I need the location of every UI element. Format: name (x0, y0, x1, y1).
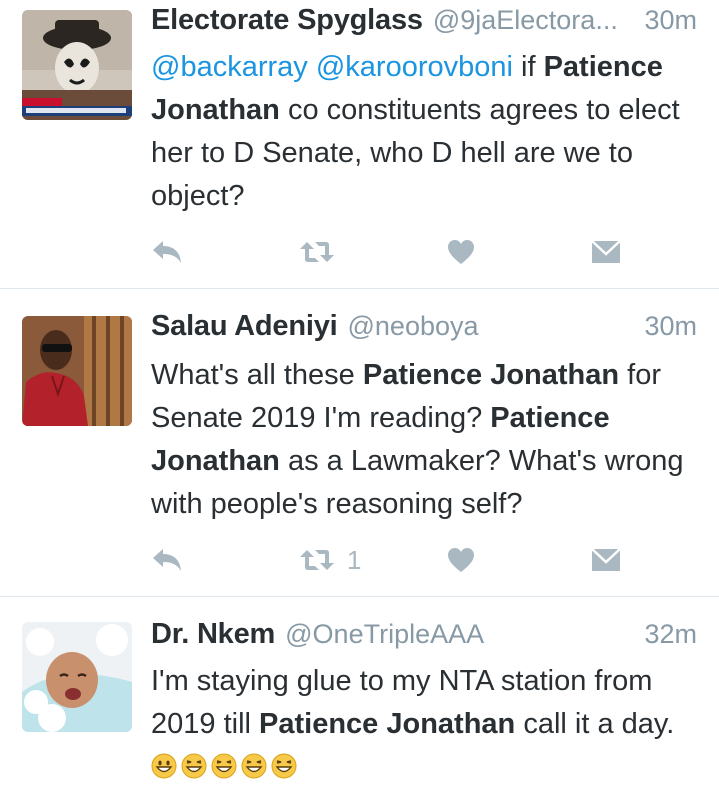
highlighted-term: Patience Jonathan (362, 359, 620, 391)
retweet-icon (300, 242, 334, 262)
highlighted-term: Patience Jonathan (259, 708, 516, 740)
user-name[interactable]: Electorate Spyglass (151, 4, 423, 37)
tweet-text: @backarray @karoorovboni if Patience Jon… (151, 46, 706, 218)
grinning-squinting-face-icon (241, 753, 267, 779)
tweet-text: I'm staying glue to my NTA station from … (151, 660, 706, 789)
retweet-icon (300, 550, 334, 570)
mention-link[interactable]: @backarray (151, 51, 308, 83)
retweet-button[interactable] (299, 232, 335, 272)
like-button[interactable] (447, 540, 475, 580)
timestamp[interactable]: 32m (632, 619, 697, 650)
text-segment: What's all these (151, 359, 363, 391)
envelope-icon (591, 548, 621, 571)
grinning-squinting-face-icon (211, 753, 237, 779)
man-in-red-shirt-avatar[interactable] (22, 316, 132, 426)
masked-face-avatar[interactable] (22, 10, 132, 120)
retweet-button[interactable]: 1 (299, 540, 361, 580)
tweet[interactable]: Salau Adeniyi @neoboya 30m What's all th… (0, 288, 719, 597)
baby-in-bath-avatar[interactable] (22, 622, 132, 732)
user-name[interactable]: Salau Adeniyi (151, 310, 338, 343)
tweet[interactable]: Electorate Spyglass @9jaElectora... 30m … (0, 0, 719, 289)
direct-message-button[interactable] (591, 232, 621, 272)
tweet-header: Dr. Nkem @OneTripleAAA 32m (151, 618, 697, 658)
like-button[interactable] (447, 232, 475, 272)
text-segment: if (512, 51, 544, 83)
emoji-row (151, 751, 301, 783)
tweet-text: What's all these Patience Jonathan for S… (151, 354, 706, 526)
tweet-header: Electorate Spyglass @9jaElectora... 30m (151, 4, 697, 44)
direct-message-button[interactable] (591, 540, 621, 580)
grinning-face-icon (151, 753, 177, 779)
reply-icon (153, 549, 181, 571)
heart-icon (448, 240, 474, 264)
heart-icon (448, 548, 474, 572)
timeline: Electorate Spyglass @9jaElectora... 30m … (0, 0, 719, 798)
text-segment: call it a day. (515, 708, 675, 740)
action-bar (151, 232, 631, 272)
reply-icon (153, 241, 181, 263)
user-handle[interactable]: @9jaElectora... (433, 5, 618, 36)
envelope-icon (591, 240, 621, 263)
reply-button[interactable] (151, 540, 183, 580)
timestamp[interactable]: 30m (632, 5, 697, 36)
grinning-squinting-face-icon (181, 753, 207, 779)
reply-button[interactable] (151, 232, 183, 272)
timestamp[interactable]: 30m (632, 311, 697, 342)
user-handle[interactable]: @OneTripleAAA (285, 619, 484, 650)
mention-link[interactable]: @karoorovboni (316, 51, 513, 83)
grinning-squinting-face-icon (271, 753, 297, 779)
tweet[interactable]: Dr. Nkem @OneTripleAAA 32m I'm staying g… (0, 596, 719, 798)
tweet-header: Salau Adeniyi @neoboya 30m (151, 310, 697, 350)
action-bar: 1 (151, 540, 631, 580)
retweet-count: 1 (347, 544, 362, 575)
user-name[interactable]: Dr. Nkem (151, 618, 275, 651)
user-handle[interactable]: @neoboya (348, 311, 479, 342)
